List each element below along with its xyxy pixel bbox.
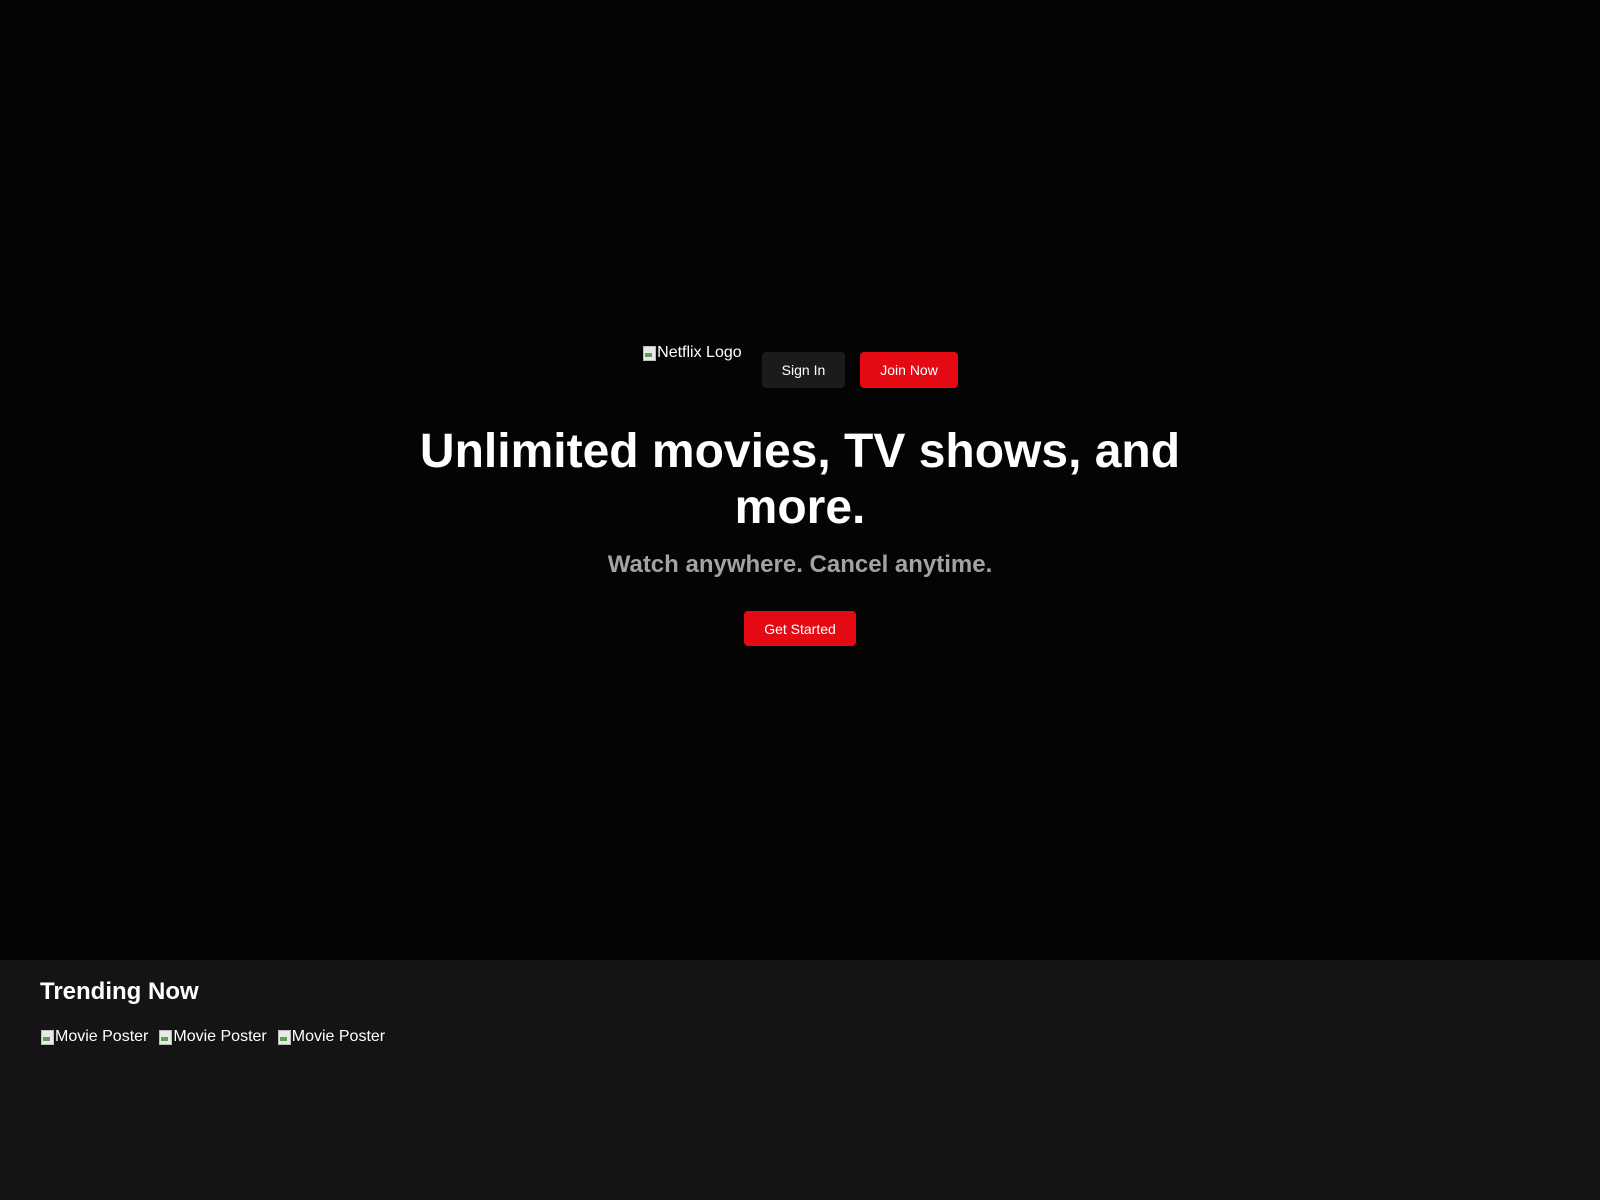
get-started-button[interactable]: Get Started: [744, 611, 856, 646]
poster-row: Movie Poster Movie Poster Movie Poster: [40, 1028, 395, 1046]
movie-poster-alt-text: Movie Poster: [55, 1028, 149, 1045]
movie-poster-alt-text: Movie Poster: [291, 1028, 386, 1045]
hero-headline: Unlimited movies, TV shows, and more.: [419, 425, 1181, 534]
movie-poster[interactable]: Movie Poster: [40, 1028, 148, 1046]
movie-poster[interactable]: Movie Poster: [277, 1028, 385, 1046]
cta-wrap: Get Started: [0, 611, 1600, 646]
hero-subline: Watch anywhere. Cancel anytime.: [607, 551, 993, 578]
sign-in-button[interactable]: Sign In: [761, 352, 846, 388]
join-now-button[interactable]: Join Now: [860, 352, 958, 388]
netflix-logo[interactable]: Netflix Logo: [642, 344, 742, 362]
broken-image-icon: [642, 345, 657, 361]
netflix-logo-alt-text: Netflix Logo: [657, 344, 742, 361]
movie-poster[interactable]: Movie Poster: [158, 1028, 267, 1046]
hero-section: Netflix Logo Sign In Join Now Unlimited …: [0, 0, 1600, 960]
trending-title: Trending Now: [40, 978, 199, 1005]
broken-image-icon: [158, 1029, 173, 1045]
movie-poster-alt-text: Movie Poster: [173, 1028, 267, 1045]
hero-topbar: Netflix Logo Sign In Join Now: [0, 344, 1600, 388]
trending-section: Trending Now Movie Poster Movie Poster M…: [0, 960, 1600, 1200]
broken-image-icon: [40, 1029, 54, 1045]
broken-image-icon: [277, 1029, 291, 1045]
